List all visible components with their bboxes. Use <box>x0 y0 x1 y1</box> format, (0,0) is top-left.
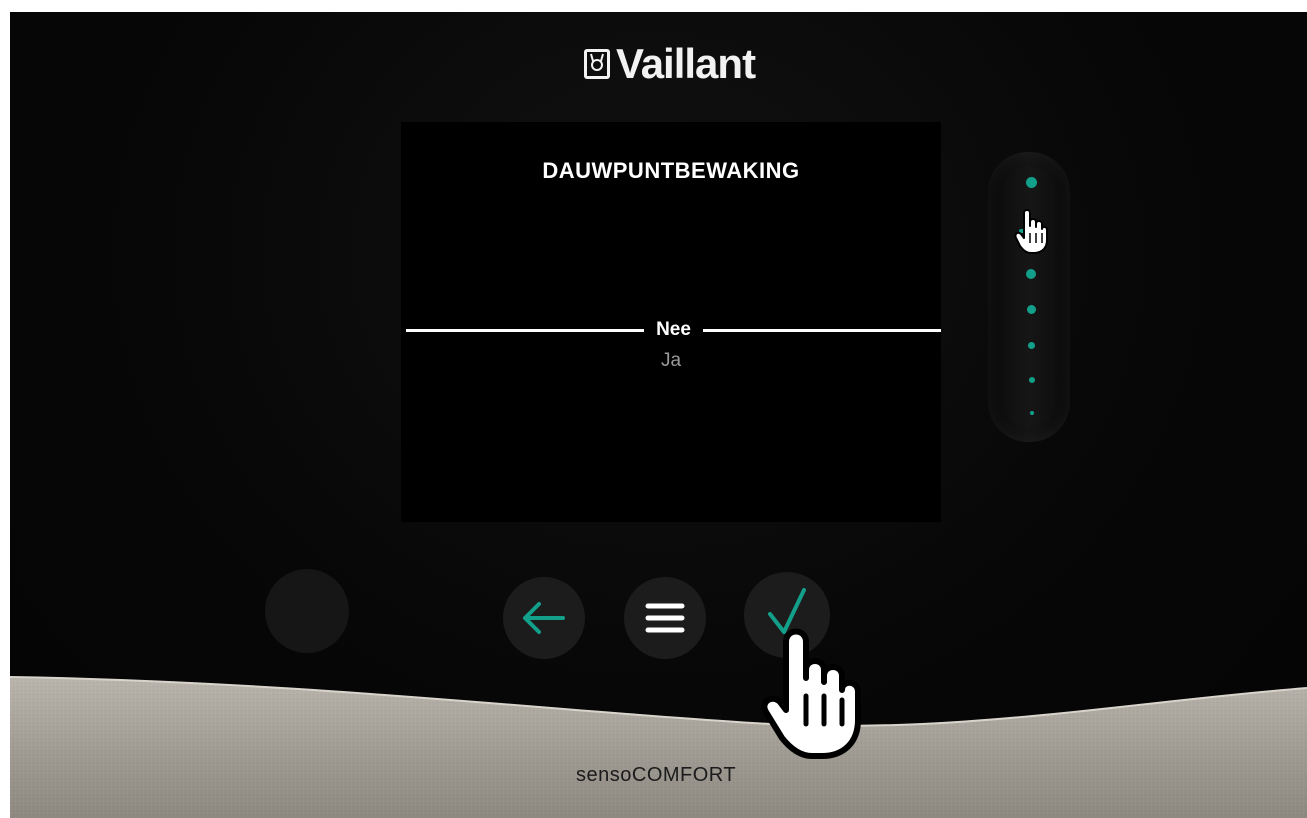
option-selected[interactable]: Nee <box>406 318 942 342</box>
option-label-nee: Nee <box>656 319 691 340</box>
slider-dot <box>1028 342 1035 349</box>
hand-pointer-icon <box>1014 209 1048 254</box>
slider-dot <box>1027 305 1036 314</box>
arrow-left-icon <box>523 602 565 634</box>
selection-line-left <box>406 328 645 332</box>
slider-dot <box>1026 177 1037 188</box>
blank-button[interactable] <box>265 569 349 653</box>
slider-dot <box>1030 411 1034 415</box>
thermostat-device: Vaillant DAUWPUNTBEWAKING Nee Ja sensoCO… <box>10 12 1307 818</box>
model-name: sensoCOMFORT <box>576 764 737 786</box>
slider-dot <box>1029 377 1035 383</box>
slider-dot <box>1026 269 1036 279</box>
back-button[interactable] <box>503 577 585 659</box>
brand-logo: Vaillant <box>584 40 756 88</box>
option-ja[interactable]: Ja <box>401 350 941 372</box>
hare-logo-icon <box>584 49 610 79</box>
display-screen: DAUWPUNTBEWAKING Nee Ja <box>401 122 942 522</box>
menu-icon <box>645 603 685 633</box>
selection-line-right <box>702 328 942 332</box>
scroll-slider[interactable] <box>988 152 1070 442</box>
page-title: DAUWPUNTBEWAKING <box>542 158 800 183</box>
menu-button[interactable] <box>624 577 706 659</box>
hand-pointer-icon <box>761 628 861 759</box>
brand-name: Vaillant <box>616 40 756 87</box>
